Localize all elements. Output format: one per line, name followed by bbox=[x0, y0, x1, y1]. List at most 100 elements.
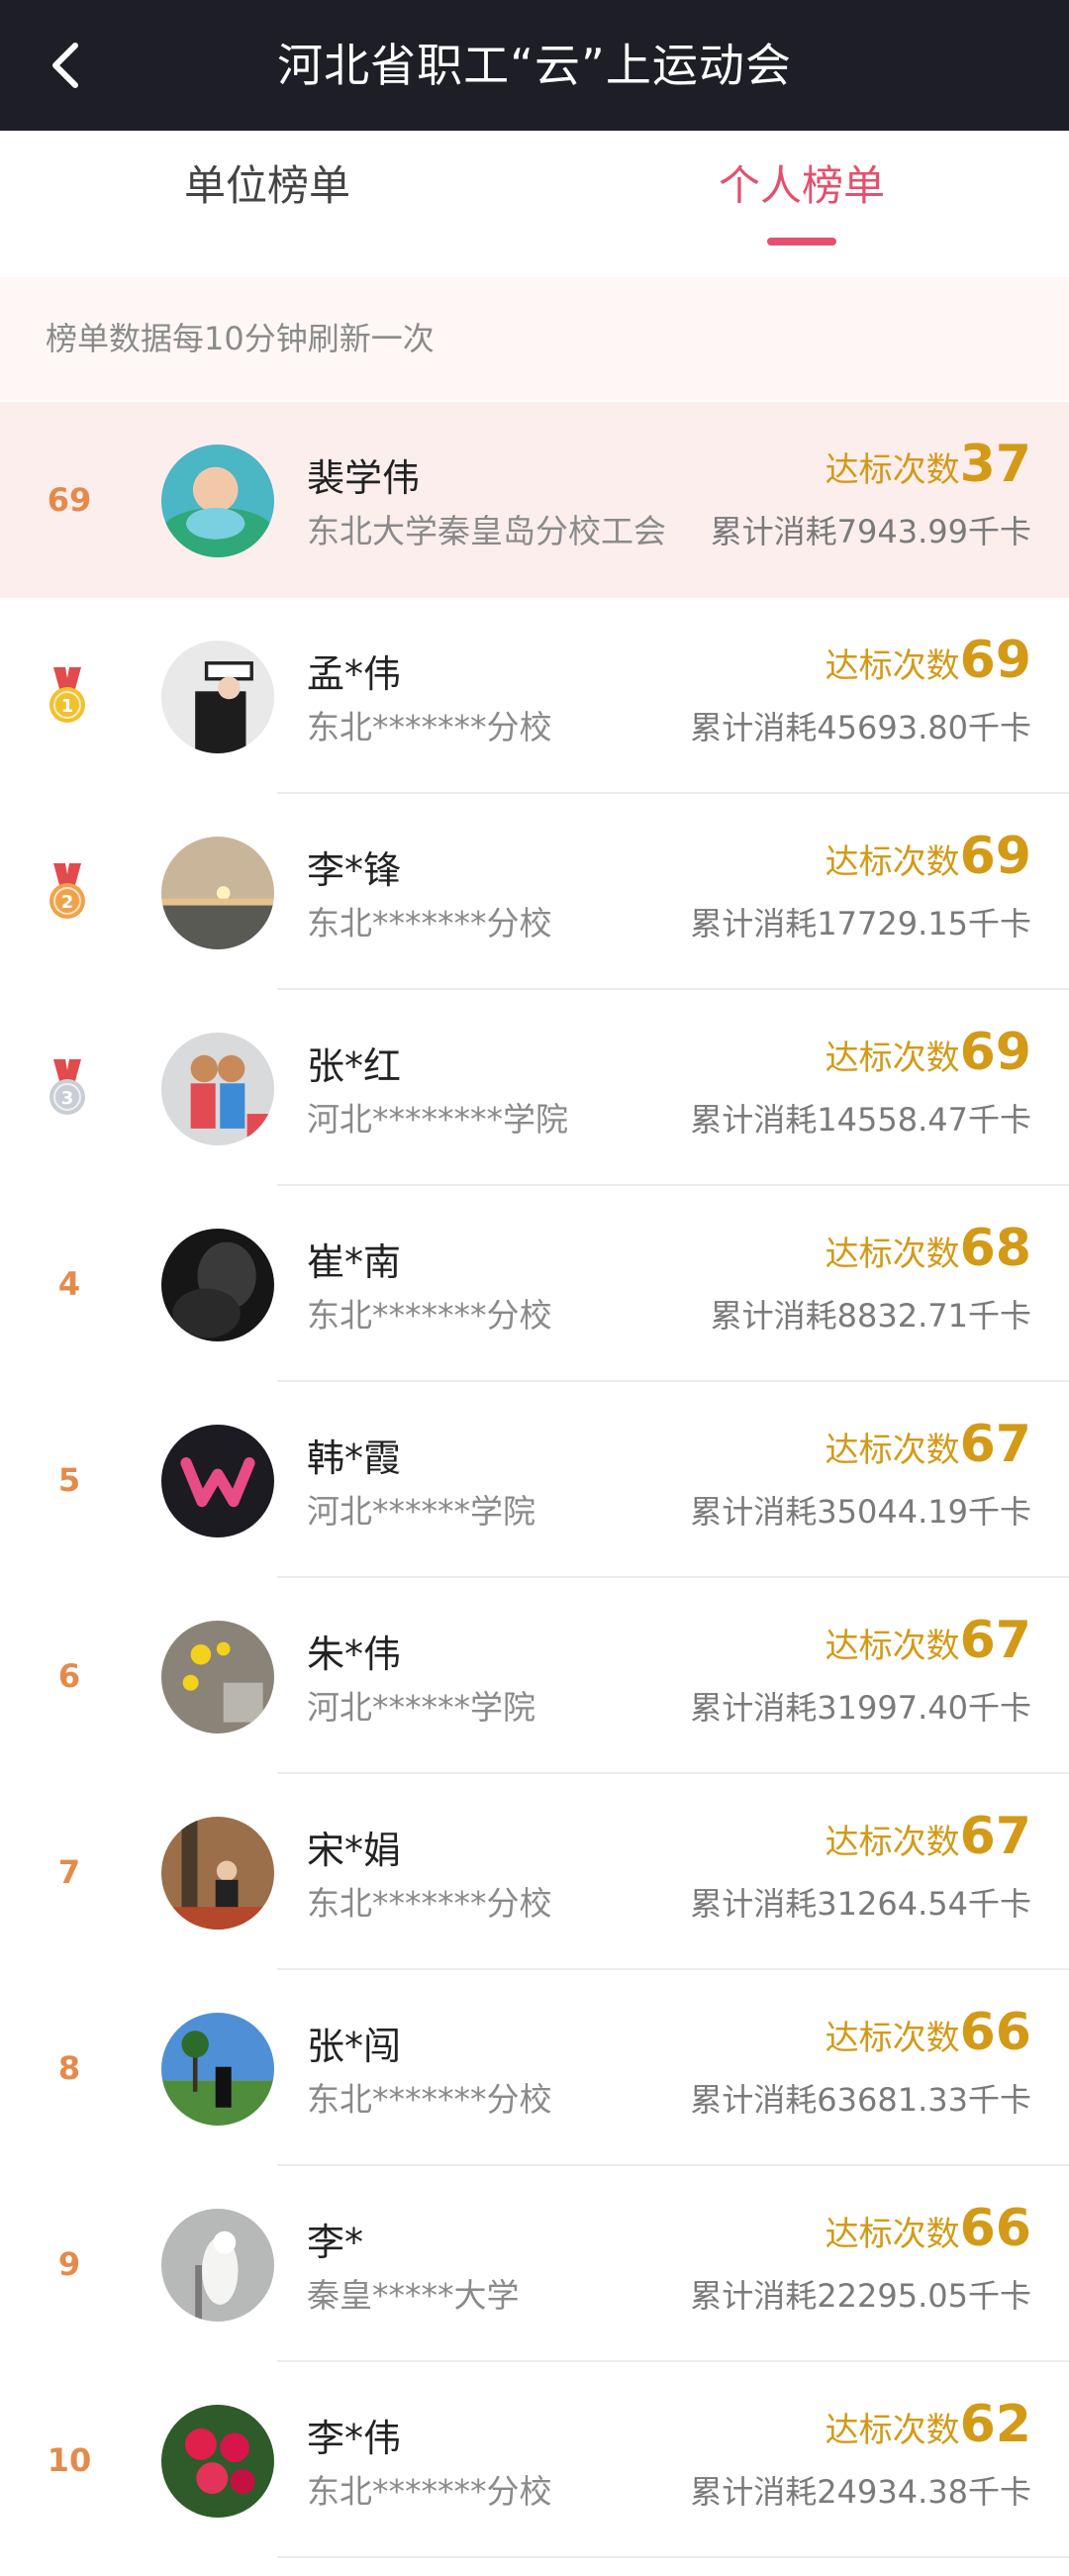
avatar[interactable] bbox=[161, 445, 274, 557]
user-name: 朱*伟 bbox=[307, 1633, 402, 1676]
user-name: 孟*伟 bbox=[307, 652, 402, 696]
qualified-count-value: 69 bbox=[959, 827, 1031, 886]
avatar[interactable] bbox=[161, 1621, 274, 1734]
score-block: 达标次数67 累计消耗35044.19千卡 bbox=[690, 1412, 1031, 1538]
svg-text:2: 2 bbox=[61, 892, 74, 913]
calories-total: 累计消耗8832.71千卡 bbox=[710, 1297, 1031, 1335]
organization-name: 东北*******分校 bbox=[307, 2080, 552, 2119]
qualified-count-label: 达标次数 bbox=[825, 1823, 960, 1862]
ranking-row[interactable]: 3 张*红 河北********学院 达标次数69 累计消耗14558.47千卡 bbox=[0, 990, 1069, 1186]
score-block: 达标次数62 累计消耗24934.38千卡 bbox=[690, 2392, 1031, 2519]
ranking-row[interactable]: 10 李*伟东北*******分校 达标次数62 累计消耗24934.38千卡 bbox=[0, 2362, 1069, 2558]
qualified-count-label: 达标次数 bbox=[825, 1627, 960, 1666]
rank-number: 5 bbox=[57, 1461, 81, 1499]
score-block: 达标次数69 累计消耗14558.47千卡 bbox=[690, 1020, 1031, 1146]
organization-name: 东北*******分校 bbox=[307, 904, 552, 942]
ranking-row[interactable]: 2 李*锋 东北*******分校 达标次数69 累计消耗17729.15千卡 bbox=[0, 794, 1069, 990]
rank-number: 7 bbox=[57, 1853, 81, 1891]
organization-name: 河北******学院 bbox=[307, 1688, 535, 1727]
qualified-count-value: 69 bbox=[959, 1023, 1031, 1082]
my-ranking-row[interactable]: 69 裴学伟 东北大学秦皇岛分校工会 达标次数37 累计消耗7943.99千卡 bbox=[0, 402, 1069, 598]
tab-personal-ranking[interactable]: 个人榜单 bbox=[534, 131, 1069, 277]
rank-number: 6 bbox=[57, 1657, 81, 1695]
ranking-row[interactable]: 8 张*闯 东北*******分校 达标次数66 累计消耗63681.33千卡 bbox=[0, 1970, 1069, 2166]
qualified-count-label: 达标次数 bbox=[825, 2215, 960, 2254]
avatar[interactable] bbox=[161, 1817, 274, 1930]
qualified-count-value: 66 bbox=[959, 2003, 1031, 2062]
organization-name: 东北*******分校 bbox=[307, 2472, 552, 2511]
qualified-count: 达标次数69 bbox=[690, 824, 1031, 895]
calories-total: 累计消耗35044.19千卡 bbox=[690, 1493, 1031, 1531]
qualified-count: 达标次数66 bbox=[690, 2196, 1031, 2267]
user-name: 张*红 bbox=[307, 1044, 402, 1088]
ranking-row[interactable]: 4 崔*南 东北*******分校 达标次数68 累计消耗8832.71千卡 bbox=[0, 1186, 1069, 1382]
rank-number: 8 bbox=[57, 2049, 81, 2087]
user-name: 张*闯 bbox=[307, 2025, 402, 2068]
qualified-count-label: 达标次数 bbox=[825, 1039, 960, 1078]
avatar[interactable] bbox=[161, 1229, 274, 1341]
calories-total: 累计消耗17729.15千卡 bbox=[690, 905, 1031, 942]
qualified-count-value: 62 bbox=[959, 2395, 1031, 2454]
rank-number: 10 bbox=[47, 2441, 92, 2479]
qualified-count: 达标次数37 bbox=[711, 432, 1031, 503]
calories-total: 累计消耗63681.33千卡 bbox=[690, 2081, 1031, 2119]
ranking-row[interactable]: 1 孟*伟东北*******分校 达标次数69 累计消耗45693.80千卡 bbox=[0, 598, 1069, 794]
calories-total: 累计消耗45693.80千卡 bbox=[690, 709, 1031, 746]
organization-name: 东北*******分校 bbox=[307, 708, 552, 746]
qualified-count-label: 达标次数 bbox=[825, 646, 960, 686]
calories-total: 累计消耗22295.05千卡 bbox=[690, 2277, 1031, 2315]
avatar[interactable] bbox=[161, 641, 274, 753]
user-name: 裴学伟 bbox=[307, 456, 421, 500]
qualified-count: 达标次数62 bbox=[690, 2392, 1031, 2463]
score-block: 达标次数67 累计消耗31997.40千卡 bbox=[690, 1608, 1031, 1734]
organization-name: 东北大学秦皇岛分校工会 bbox=[307, 512, 666, 550]
rank-number: 9 bbox=[57, 2245, 81, 2283]
organization-name: 河北******学院 bbox=[307, 1492, 535, 1531]
tab-unit-ranking[interactable]: 单位榜单 bbox=[0, 131, 534, 277]
page-title: 河北省职工“云”上运动会 bbox=[277, 39, 792, 92]
calories-total: 累计消耗14558.47千卡 bbox=[690, 1101, 1031, 1139]
avatar[interactable] bbox=[161, 1425, 274, 1537]
avatar[interactable] bbox=[161, 1033, 274, 1145]
user-name: 宋*娟 bbox=[307, 1829, 402, 1872]
ranking-row[interactable]: 5 韩*霞河北******学院 达标次数67 累计消耗35044.19千卡 bbox=[0, 1382, 1069, 1578]
medal-icon: 3 bbox=[49, 1059, 85, 1115]
title-bar: 河北省职工“云”上运动会 bbox=[0, 0, 1069, 131]
qualified-count-value: 68 bbox=[959, 1219, 1031, 1278]
ranking-row[interactable]: 7 宋*娟东北*******分校 达标次数67 累计消耗31264.54千卡 bbox=[0, 1774, 1069, 1970]
qualified-count-value: 37 bbox=[959, 435, 1031, 494]
rank-number: 4 bbox=[57, 1265, 81, 1303]
qualified-count: 达标次数69 bbox=[690, 628, 1031, 699]
qualified-count-value: 66 bbox=[959, 2199, 1031, 2258]
avatar[interactable] bbox=[161, 2209, 274, 2322]
organization-name: 东北*******分校 bbox=[307, 1884, 552, 1923]
qualified-count: 达标次数67 bbox=[690, 1412, 1031, 1483]
avatar[interactable] bbox=[161, 837, 274, 949]
ranking-row[interactable]: 6 朱*伟河北******学院 达标次数67 累计消耗31997.40千卡 bbox=[0, 1578, 1069, 1774]
avatar[interactable] bbox=[161, 2405, 274, 2518]
ranking-row[interactable]: 9 李* 秦皇*****大学 达标次数66 累计消耗22295.05千卡 bbox=[0, 2166, 1069, 2362]
score-block: 达标次数69 累计消耗17729.15千卡 bbox=[690, 824, 1031, 950]
calories-total: 累计消耗24934.38千卡 bbox=[690, 2473, 1031, 2511]
tab-bar: 单位榜单 个人榜单 bbox=[0, 131, 1069, 277]
qualified-count-value: 69 bbox=[959, 631, 1031, 690]
avatar[interactable] bbox=[161, 2013, 274, 2126]
qualified-count-label: 达标次数 bbox=[825, 450, 960, 490]
score-block: 达标次数66 累计消耗22295.05千卡 bbox=[690, 2196, 1031, 2323]
divider bbox=[277, 2556, 1069, 2558]
qualified-count: 达标次数67 bbox=[690, 1804, 1031, 1875]
qualified-count-value: 67 bbox=[959, 1611, 1031, 1670]
score-block: 达标次数67 累计消耗31264.54千卡 bbox=[690, 1804, 1031, 1931]
svg-text:3: 3 bbox=[61, 1088, 74, 1109]
score-block: 达标次数69 累计消耗45693.80千卡 bbox=[690, 628, 1031, 754]
user-name: 韩*霞 bbox=[307, 1437, 402, 1480]
organization-name: 秦皇*****大学 bbox=[307, 2276, 520, 2315]
qualified-count-label: 达标次数 bbox=[825, 2411, 960, 2450]
medal-icon: 1 bbox=[49, 667, 85, 723]
organization-name: 东北*******分校 bbox=[307, 1296, 552, 1335]
calories-total: 累计消耗31264.54千卡 bbox=[690, 1885, 1031, 1923]
user-name: 李*伟 bbox=[307, 2417, 402, 2460]
calories-total: 累计消耗31997.40千卡 bbox=[690, 1689, 1031, 1727]
qualified-count: 达标次数67 bbox=[690, 1608, 1031, 1679]
qualified-count-value: 67 bbox=[959, 1807, 1031, 1866]
